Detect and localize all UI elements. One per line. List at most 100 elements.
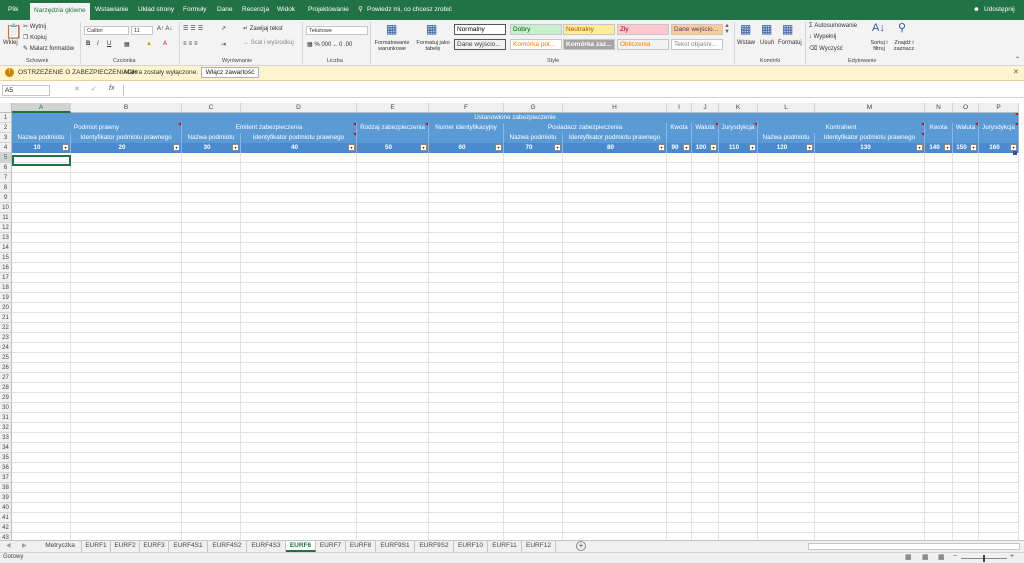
insert-cells-icon[interactable]: ▦ [740,23,751,35]
dropdown-arrow-icon[interactable]: ▾ [806,144,813,151]
confirm-icon[interactable]: ✓ [91,85,97,93]
delete-button[interactable]: Usuń [760,40,774,46]
column-header[interactable]: E [357,103,429,113]
cell-style-swatch[interactable]: Dobry [510,24,562,35]
cut-button[interactable]: ✂ Wytnij [23,23,46,30]
horizontal-align-icons[interactable]: ≡≡≡ [183,41,200,47]
row-header[interactable]: 20 [0,303,12,313]
paste-icon[interactable]: 📋 [5,24,22,38]
format-table-icon[interactable]: ▦ [426,23,437,35]
font-color-icon[interactable]: A [163,41,167,47]
column-code-cell[interactable]: 110 ▾ [719,143,758,153]
format-as-table-button[interactable]: Formatuj jako tabelę [413,40,453,52]
column-header[interactable]: G [504,103,563,113]
row-header[interactable]: 35 [0,453,12,463]
clear-button[interactable]: ⌫ Wyczyść [809,45,843,52]
prev-sheet-icon[interactable]: ◀ [6,542,11,549]
row-header[interactable]: 15 [0,253,12,263]
tab-data[interactable]: Dane [217,0,233,20]
cell-style-swatch[interactable]: Dane wejścio... [671,24,723,35]
tab-insert[interactable]: Wstawianie [95,0,128,20]
column-code-cell[interactable]: 30 ▾ [182,143,241,153]
zoom-slider-thumb[interactable] [983,555,985,562]
dropdown-arrow-icon[interactable]: ▾ [420,144,427,151]
underline-button[interactable]: U [107,41,111,47]
merge-center-button[interactable]: ↔ Scal i wyśrodkuj [243,40,294,46]
row-header[interactable]: 21 [0,313,12,323]
row-header[interactable]: 41 [0,513,12,523]
conditional-formatting-button[interactable]: Formatowanie warunkowe [372,40,412,52]
dropdown-arrow-icon[interactable]: ▾ [173,144,180,151]
collapse-ribbon-icon[interactable]: ⌃ [1015,56,1020,63]
sheet-tab[interactable]: EURF11 [488,541,522,552]
row-header[interactable]: 3 [0,133,12,143]
zoom-in-icon[interactable]: + [1010,553,1014,560]
row-header[interactable]: 33 [0,433,12,443]
cell-style-swatch[interactable]: Komórka zaz... [563,39,615,50]
indent-icons[interactable]: ⇥ [221,41,226,48]
share-button[interactable]: Udostępnij [984,0,1015,20]
column-header[interactable]: O [953,103,979,113]
function-icon[interactable]: fx [109,85,114,92]
dropdown-arrow-icon[interactable]: ▾ [710,144,717,151]
orientation-icon[interactable]: ↗ [221,25,226,32]
autosum-button[interactable]: Σ Autosumowanie [809,23,857,29]
row-header[interactable]: 32 [0,423,12,433]
row-header[interactable]: 23 [0,333,12,343]
row-header[interactable]: 16 [0,263,12,273]
row-header[interactable]: 5 [0,153,12,163]
conditional-format-icon[interactable]: ▦ [386,23,397,35]
next-sheet-icon[interactable]: ▶ [22,542,27,549]
tab-view[interactable]: Widok [277,0,295,20]
row-header[interactable]: 9 [0,193,12,203]
wrap-text-button[interactable]: ↵ Zawijaj tekst [243,25,283,32]
column-header[interactable]: I [667,103,692,113]
add-sheet-button[interactable]: + [576,541,586,551]
row-header[interactable]: 17 [0,273,12,283]
row-header[interactable]: 7 [0,173,12,183]
cell-style-swatch[interactable]: Obliczenia [617,39,669,50]
column-header[interactable]: H [563,103,667,113]
row-header[interactable]: 30 [0,403,12,413]
horizontal-scrollbar[interactable] [808,543,1020,550]
column-code-cell[interactable]: 120 ▾ [758,143,815,153]
dropdown-arrow-icon[interactable]: ▾ [944,144,951,151]
close-icon[interactable]: ✕ [1013,68,1019,76]
sheet-tab[interactable]: EURF9S2 [415,541,454,552]
tab-review[interactable]: Recenzja [242,0,269,20]
dropdown-arrow-icon[interactable]: ▾ [658,144,665,151]
sheet-tab[interactable]: EURF8 [346,541,376,552]
column-header[interactable]: L [758,103,815,113]
column-header[interactable]: F [429,103,504,113]
row-header[interactable]: 29 [0,393,12,403]
cell-style-swatch[interactable]: Komórka poł... [510,39,562,50]
dropdown-arrow-icon[interactable]: ▾ [916,144,923,151]
dropdown-arrow-icon[interactable]: ▾ [495,144,502,151]
vertical-align-icons[interactable]: ☰☰☰ [183,25,205,32]
column-code-cell[interactable]: 100 ▾ [692,143,719,153]
column-code-cell[interactable]: 40 ▾ [241,143,357,153]
column-code-cell[interactable]: 130 ▾ [815,143,925,153]
dropdown-arrow-icon[interactable]: ▾ [749,144,756,151]
number-format-icons[interactable]: ▦ % 000 ←0 .00 [307,41,352,48]
row-header[interactable]: 11 [0,213,12,223]
column-header[interactable]: A [12,103,71,113]
column-code-cell[interactable]: 70 ▾ [504,143,563,153]
sort-filter-icon[interactable]: A↓ [872,23,885,34]
column-header[interactable]: N [925,103,953,113]
row-header[interactable]: 14 [0,243,12,253]
cell-style-swatch[interactable]: Neutralny [563,24,615,35]
bold-button[interactable]: B [86,41,90,47]
column-code-cell[interactable]: 10 ▾ [12,143,71,153]
row-header[interactable]: 6 [0,163,12,173]
sheet-tab[interactable]: EURF10 [454,541,488,552]
page-layout-icon[interactable]: ▦ [922,553,929,561]
sort-filter-button[interactable]: Sortuj i filtruj [867,40,891,52]
column-code-cell[interactable]: 80 ▾ [563,143,667,153]
table-resize-handle[interactable] [1013,151,1017,155]
row-header[interactable]: 40 [0,503,12,513]
name-box[interactable]: A5 [2,85,50,96]
column-code-cell[interactable]: 150 ▾ [953,143,979,153]
sheet-tab[interactable]: Metryczka [39,541,82,552]
row-header[interactable]: 43 [0,533,12,540]
